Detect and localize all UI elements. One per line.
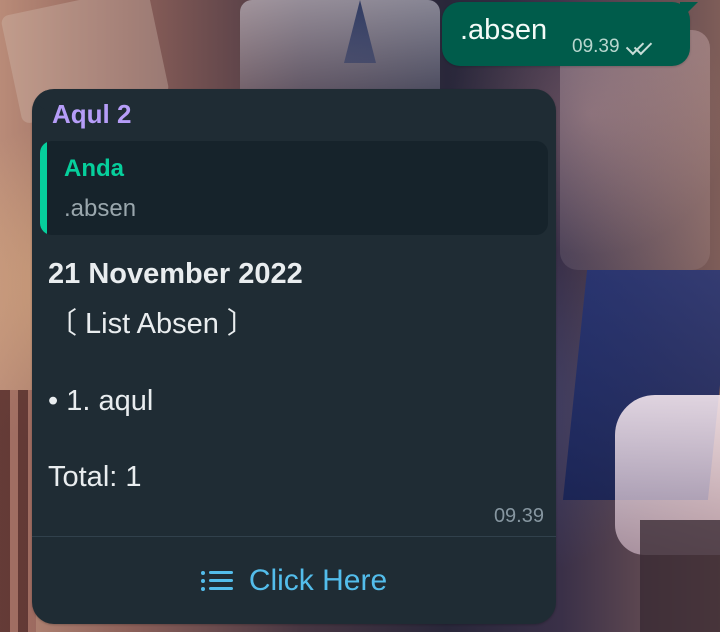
list-icon [208,578,233,582]
sender-name[interactable]: Aqul 2 [52,101,131,127]
quoted-message-text: .absen [64,195,137,222]
sent-message-bubble[interactable]: .absen 09.39 [442,2,690,66]
list-icon [208,586,233,590]
received-message-bubble[interactable]: Aqul 2 Anda .absen 21 November 2022 〔 Li… [32,89,556,624]
double-check-icon [625,36,652,55]
message-total: Total: 1 [48,461,142,493]
message-entry: • 1. aqul [48,385,154,417]
list-icon [200,578,205,583]
list-icon [200,569,235,593]
sent-message-time: 09.39 [572,36,620,57]
click-here-label: Click Here [248,563,388,597]
click-here-button[interactable]: Click Here [32,537,556,624]
wallpaper-shape [640,520,720,632]
message-date: 21 November 2022 [48,258,303,290]
list-icon [208,570,233,574]
sent-message-meta: 09.39 [572,36,652,57]
quoted-message[interactable]: Anda .absen [40,141,548,235]
message-list-title: 〔 List Absen 〕 [48,308,256,340]
list-icon [200,570,205,575]
wallpaper-shape [560,30,710,270]
quoted-message-title: Anda [64,155,124,182]
wallpaper-shape [0,390,36,632]
sent-message-text: .absen [460,14,548,46]
quote-bar [40,141,47,235]
list-icon [200,586,205,591]
received-message-time: 09.39 [493,505,544,527]
